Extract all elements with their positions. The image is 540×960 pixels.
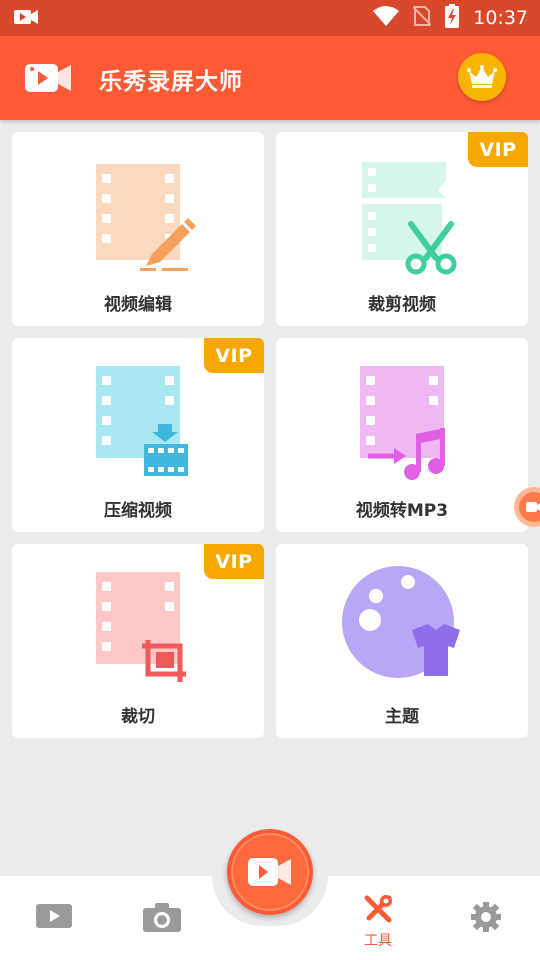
vip-badge: VIP bbox=[468, 132, 528, 167]
tool-card-theme[interactable]: 主题 bbox=[276, 544, 528, 738]
app-title: 乐秀录屏大师 bbox=[99, 69, 243, 95]
tool-label: 裁切 bbox=[121, 707, 155, 727]
record-icon bbox=[526, 502, 540, 512]
tool-label: 视频转MP3 bbox=[355, 501, 449, 521]
tool-label: 裁剪视频 bbox=[368, 295, 436, 315]
nav-tools[interactable]: 工具 bbox=[324, 876, 432, 960]
tool-label: 主题 bbox=[385, 707, 419, 727]
tool-card-crop[interactable]: VIP 裁切 bbox=[12, 544, 264, 738]
tool-card-video-to-mp3[interactable]: 视频转MP3 bbox=[276, 338, 528, 532]
record-button[interactable] bbox=[227, 829, 313, 915]
video-to-mp3-icon bbox=[360, 366, 445, 480]
vip-crown-button[interactable] bbox=[458, 53, 506, 101]
wifi-icon bbox=[373, 6, 400, 30]
gear-icon bbox=[471, 902, 501, 932]
app-bar: 乐秀录屏大师 bbox=[0, 36, 540, 120]
tool-card-compress-video[interactable]: VIP 压缩视频 bbox=[12, 338, 264, 532]
tool-card-video-edit[interactable]: 视频编辑 bbox=[12, 132, 264, 326]
clock: 10:37 bbox=[473, 7, 528, 29]
record-icon bbox=[248, 858, 291, 886]
screen-record-notification-icon bbox=[14, 8, 38, 30]
status-bar: 10:37 bbox=[0, 0, 540, 36]
video-list-icon bbox=[36, 904, 72, 928]
nav-screenshot[interactable] bbox=[108, 876, 216, 960]
tool-label: 压缩视频 bbox=[104, 501, 172, 521]
tools-icon bbox=[364, 895, 392, 923]
video-edit-icon bbox=[96, 164, 196, 271]
app-logo-icon bbox=[24, 60, 72, 100]
record-button-container bbox=[210, 826, 330, 926]
vip-badge: VIP bbox=[204, 338, 264, 373]
nav-label: 工具 bbox=[364, 933, 392, 949]
tool-card-trim-video[interactable]: VIP 裁剪视频 bbox=[276, 132, 528, 326]
tool-label: 视频编辑 bbox=[104, 295, 172, 315]
nav-settings[interactable] bbox=[432, 876, 540, 960]
battery-charging-icon bbox=[445, 4, 460, 32]
camera-icon bbox=[143, 903, 181, 932]
no-sim-icon bbox=[412, 5, 432, 31]
theme-palette-icon bbox=[342, 566, 460, 678]
vip-badge: VIP bbox=[204, 544, 264, 579]
nav-video-list[interactable] bbox=[0, 876, 108, 960]
crown-icon bbox=[467, 65, 497, 88]
